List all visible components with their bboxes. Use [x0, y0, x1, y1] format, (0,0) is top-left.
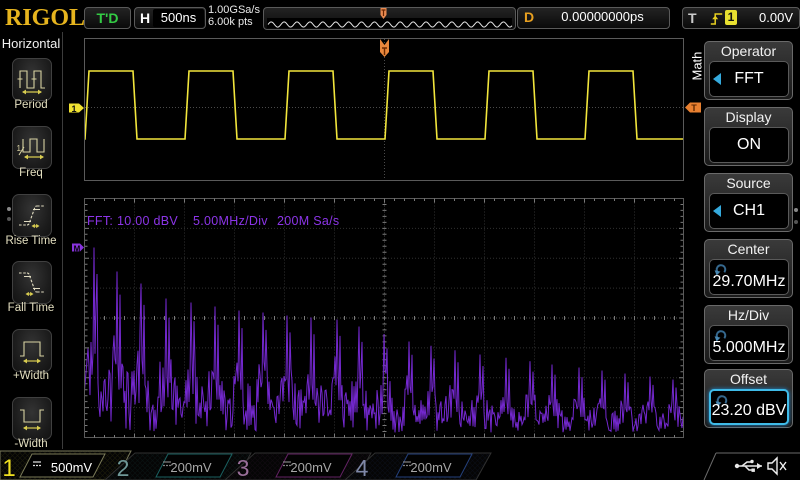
svg-text:500mV: 500mV — [51, 460, 93, 475]
svg-text:1: 1 — [2, 455, 15, 480]
svg-text:M: M — [74, 245, 81, 254]
svg-text:200M Sa/s: 200M Sa/s — [277, 214, 339, 228]
svg-text:3: 3 — [237, 455, 250, 480]
svg-text:200mV: 200mV — [410, 460, 452, 475]
svg-text:T: T — [691, 103, 697, 113]
svg-text:200mV: 200mV — [290, 460, 332, 475]
svg-text:1: 1 — [71, 104, 76, 114]
svg-text:2: 2 — [117, 455, 130, 480]
svg-text:FFT: 10.00 dBV: FFT: 10.00 dBV — [87, 214, 178, 228]
svg-text:4: 4 — [356, 455, 369, 480]
svg-text:200mV: 200mV — [170, 460, 212, 475]
svg-text:5.00MHz/Div: 5.00MHz/Div — [193, 214, 268, 228]
